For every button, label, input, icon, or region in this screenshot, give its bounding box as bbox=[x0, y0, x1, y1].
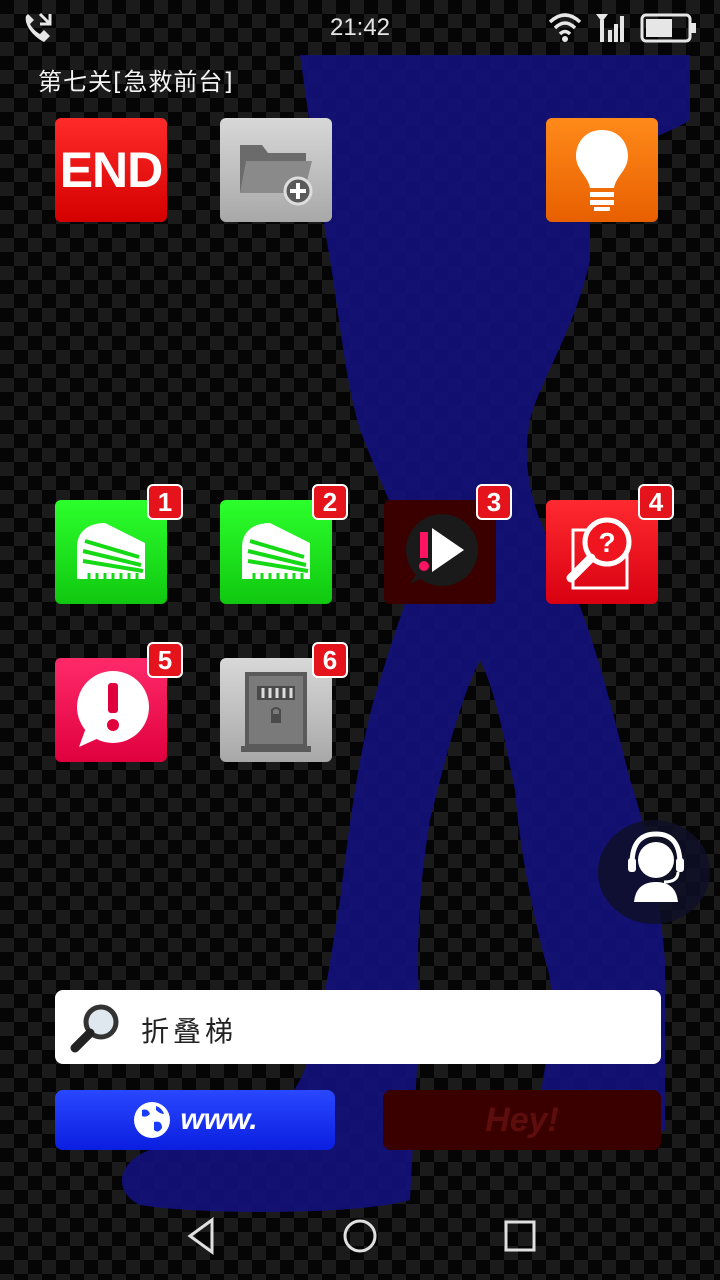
search-query: 折叠梯 bbox=[141, 1015, 238, 1048]
svg-text:?: ? bbox=[598, 527, 615, 558]
battery-icon bbox=[640, 13, 696, 43]
back-icon[interactable] bbox=[182, 1214, 222, 1258]
app-tile-3[interactable]: 3 bbox=[384, 484, 512, 604]
app-badge: 3 bbox=[476, 484, 512, 520]
locked-door-icon bbox=[241, 672, 311, 752]
app-tile-4[interactable]: ? 4 bbox=[546, 484, 674, 604]
navigation-bar bbox=[0, 1196, 720, 1280]
signal-icon bbox=[596, 14, 624, 42]
www-button-label: www. bbox=[180, 1103, 258, 1136]
stadium-icon bbox=[77, 523, 145, 579]
headset-agent-icon bbox=[628, 831, 684, 902]
hey-button-label: Hey! bbox=[485, 1100, 559, 1139]
app-badge: 4 bbox=[638, 484, 674, 520]
status-bar: 21:42 bbox=[0, 0, 720, 56]
search-question-icon: ? bbox=[566, 517, 632, 590]
app-tile-5[interactable]: 5 bbox=[55, 642, 183, 762]
lightbulb-icon bbox=[576, 130, 628, 211]
hint-button[interactable] bbox=[546, 118, 658, 222]
end-button[interactable]: END bbox=[55, 118, 167, 222]
folder-plus-icon bbox=[240, 145, 313, 206]
wifi-icon bbox=[548, 13, 582, 42]
app-badge: 5 bbox=[147, 642, 183, 678]
search-input[interactable]: 折叠梯 bbox=[55, 990, 661, 1064]
globe-icon bbox=[134, 1102, 171, 1138]
app-tile-2[interactable]: 2 bbox=[220, 484, 348, 604]
app-badge: 2 bbox=[312, 484, 348, 520]
app-badge: 6 bbox=[312, 642, 348, 678]
end-button-label: END bbox=[59, 142, 164, 198]
hey-button[interactable]: Hey! bbox=[383, 1090, 661, 1150]
alert-play-icon bbox=[406, 514, 478, 586]
level-title: 第七关[急救前台] bbox=[38, 68, 234, 96]
www-button[interactable]: www. bbox=[55, 1090, 335, 1150]
home-icon[interactable] bbox=[340, 1214, 380, 1258]
stadium-icon bbox=[242, 523, 310, 579]
recents-icon[interactable] bbox=[500, 1214, 540, 1258]
app-tile-1[interactable]: 1 bbox=[55, 484, 183, 604]
app-badge: 1 bbox=[147, 484, 183, 520]
app-tile-6[interactable]: 6 bbox=[220, 642, 348, 762]
search-icon bbox=[70, 1004, 119, 1053]
assistant-button[interactable] bbox=[598, 820, 710, 924]
alert-bubble-icon bbox=[77, 671, 149, 747]
folder-add-button[interactable] bbox=[220, 118, 332, 222]
